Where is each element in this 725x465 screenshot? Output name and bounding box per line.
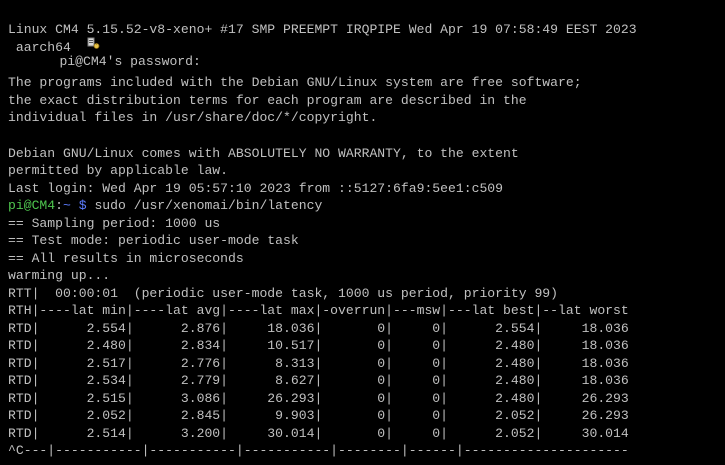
motd-line-1: The programs included with the Debian GN… (8, 75, 582, 90)
latency-row: RTD| 2.515| 3.086| 26.293| 0| 0| 2.480| … (8, 391, 629, 406)
latency-row: RTD| 2.554| 2.876| 18.036| 0| 0| 2.554| … (8, 321, 629, 336)
last-login-line: Last login: Wed Apr 19 05:57:10 2023 fro… (8, 181, 504, 196)
kernel-line: Linux CM4 5.15.52-v8-xeno+ #17 SMP PREEM… (8, 22, 637, 37)
latency-row: RTD| 2.517| 2.776| 8.313| 0| 0| 2.480| 1… (8, 356, 629, 371)
latency-row: RTD| 2.052| 2.845| 9.903| 0| 0| 2.052| 2… (8, 408, 629, 423)
prompt-command: sudo /usr/xenomai/bin/latency (86, 198, 323, 213)
prompt-user-host: pi@CM4 (8, 198, 56, 213)
motd-line-3: individual files in /usr/share/doc/*/cop… (8, 110, 378, 125)
arch-line: aarch64 (8, 40, 71, 55)
rtt-line: RTT| 00:00:01 (periodic user-mode task, … (8, 286, 559, 301)
command-prompt-line: pi@CM4:~ $ sudo /usr/xenomai/bin/latency (8, 197, 322, 214)
warming-line: warming up... (8, 268, 111, 283)
warranty-line-2: permitted by applicable law. (8, 163, 229, 178)
latency-row: RTD| 2.514| 3.200| 30.014| 0| 0| 2.052| … (8, 426, 629, 441)
interrupt-line: ^C---|-----------|-----------|----------… (8, 443, 629, 458)
results-unit-line: == All results in microseconds (8, 251, 244, 266)
sampling-line: == Sampling period: 1000 us (8, 216, 221, 231)
prompt-path: ~ $ (63, 198, 87, 213)
password-prompt: pi@CM4's password: (59, 54, 201, 69)
latency-row: RTD| 2.534| 2.779| 8.627| 0| 0| 2.480| 1… (8, 373, 629, 388)
password-prompt-line: pi@CM4's password: (8, 3, 201, 69)
prompt-separator: : (55, 198, 64, 213)
test-mode-line: == Test mode: periodic user-mode task (8, 233, 299, 248)
terminal-window[interactable]: pi@CM4's password: Linux CM4 5.15.52-v8-… (0, 0, 725, 465)
motd-line-2: the exact distribution terms for each pr… (8, 93, 527, 108)
latency-header: RTH|----lat min|----lat avg|----lat max|… (8, 303, 629, 318)
warranty-line-1: Debian GNU/Linux comes with ABSOLUTELY N… (8, 146, 519, 161)
latency-row: RTD| 2.480| 2.834| 10.517| 0| 0| 2.480| … (8, 338, 629, 353)
